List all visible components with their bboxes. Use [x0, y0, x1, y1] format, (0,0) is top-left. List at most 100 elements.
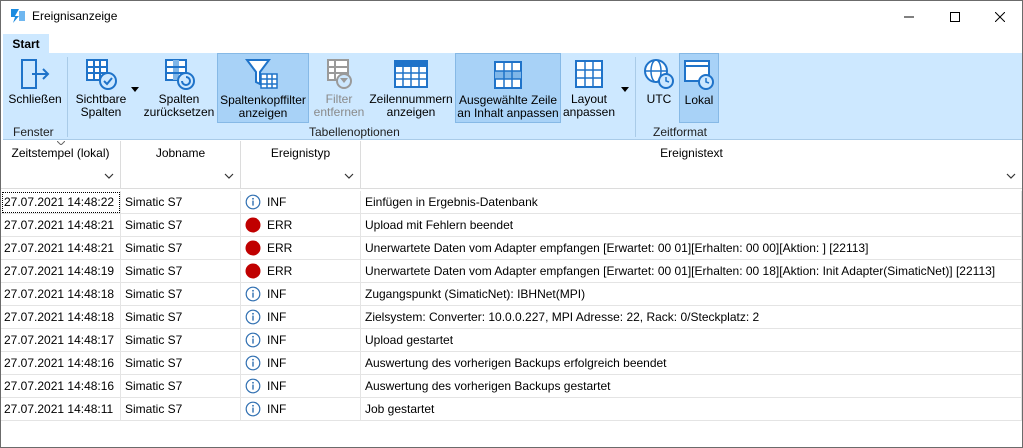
local-label: Lokal: [684, 93, 714, 107]
table-row[interactable]: 27.07.2021 14:48:16 Simatic S7 INF Auswertu…: [1, 352, 1022, 375]
cell-type[interactable]: INF: [241, 191, 361, 214]
layout-button[interactable]: Layout anpassen: [563, 53, 615, 123]
maximize-button[interactable]: [932, 1, 978, 32]
reset-columns-button[interactable]: Spalten zurücksetzen: [143, 53, 215, 123]
cell-text[interactable]: Einfügen in Ergebnis-Datenbank: [361, 191, 1022, 214]
cell-jobname[interactable]: Simatic S7: [121, 329, 241, 352]
cell-timestamp[interactable]: 27.07.2021 14:48:18: [1, 283, 121, 306]
cell-jobname-value: Simatic S7: [125, 264, 183, 278]
row-numbers-button[interactable]: Zeilennummern anzeigen: [369, 53, 453, 123]
column-header-text[interactable]: Ereignistext: [361, 141, 1022, 165]
info-icon: [245, 332, 261, 348]
cell-jobname[interactable]: Simatic S7: [121, 214, 241, 237]
cell-type[interactable]: ERR: [241, 214, 361, 237]
minimize-icon: [904, 16, 914, 17]
cell-timestamp[interactable]: 27.07.2021 14:48:22: [1, 191, 121, 214]
cell-text-value: Unerwartete Daten vom Adapter empfangen …: [365, 264, 996, 278]
cell-text-value: Unerwartete Daten vom Adapter empfangen …: [365, 241, 869, 255]
visible-columns-button[interactable]: Sichtbare Spalten: [73, 53, 129, 123]
cell-jobname[interactable]: Simatic S7: [121, 260, 241, 283]
cell-timestamp[interactable]: 27.07.2021 14:48:16: [1, 375, 121, 398]
group-separator: [67, 57, 68, 137]
app-logo-icon: [11, 9, 25, 23]
cell-text[interactable]: Auswertung des vorherigen Backups gestar…: [361, 375, 1022, 398]
cell-timestamp[interactable]: 27.07.2021 14:48:19: [1, 260, 121, 283]
utc-button[interactable]: UTC: [639, 53, 679, 123]
table-row[interactable]: 27.07.2021 14:48:17 Simatic S7 INF Upload g…: [1, 329, 1022, 352]
cell-type[interactable]: ERR: [241, 237, 361, 260]
fit-row-button[interactable]: Ausgewählte Zeile an Inhalt anpassen: [455, 53, 561, 123]
group-label-window: Fenster: [13, 125, 54, 139]
cell-timestamp-value: 27.07.2021 14:48:17: [4, 333, 115, 347]
cell-timestamp[interactable]: 27.07.2021 14:48:16: [1, 352, 121, 375]
column-header-timestamp[interactable]: Zeitstempel (lokal): [1, 141, 121, 165]
cell-text-value: Zugangspunkt (SimaticNet): IBHNet(MPI): [365, 287, 586, 301]
cell-text-value: Upload mit Fehlern beendet: [365, 218, 514, 232]
close-button[interactable]: Schließen: [7, 53, 63, 123]
filter-type[interactable]: [241, 165, 361, 189]
table-row[interactable]: 27.07.2021 14:48:19 Simatic S7 ERR Unerwart…: [1, 260, 1022, 283]
table-row[interactable]: 27.07.2021 14:48:16 Simatic S7 INF Auswertu…: [1, 375, 1022, 398]
table-row[interactable]: 27.07.2021 14:48:11 Simatic S7 INF Job gest…: [1, 398, 1022, 421]
cell-text[interactable]: Upload mit Fehlern beendet: [361, 214, 1022, 237]
column-header-jobname[interactable]: Jobname: [121, 141, 241, 165]
cell-type[interactable]: INF: [241, 283, 361, 306]
filter-jobname[interactable]: [121, 165, 241, 189]
cell-timestamp[interactable]: 27.07.2021 14:48:17: [1, 329, 121, 352]
cell-text[interactable]: Auswertung des vorherigen Backups erfolg…: [361, 352, 1022, 375]
table-row[interactable]: 27.07.2021 14:48:22 Simatic S7 INF Einfügen…: [1, 191, 1022, 214]
cell-text[interactable]: Zielsystem: Converter: 10.0.0.227, MPI A…: [361, 306, 1022, 329]
cell-text[interactable]: Job gestartet: [361, 398, 1022, 421]
visible-columns-dropdown-icon[interactable]: [131, 87, 139, 92]
cell-jobname[interactable]: Simatic S7: [121, 352, 241, 375]
cell-jobname[interactable]: Simatic S7: [121, 306, 241, 329]
cell-timestamp[interactable]: 27.07.2021 14:48:21: [1, 214, 121, 237]
close-window-button[interactable]: [977, 1, 1022, 32]
cell-text[interactable]: Unerwartete Daten vom Adapter empfangen …: [361, 260, 1022, 283]
layout-dropdown-icon[interactable]: [621, 87, 629, 92]
cell-type-value: INF: [267, 379, 287, 393]
header-filter-button[interactable]: Spaltenkopffilter anzeigen: [217, 53, 309, 123]
cell-jobname-value: Simatic S7: [125, 333, 183, 347]
cell-type[interactable]: INF: [241, 352, 361, 375]
exit-door-icon: [21, 59, 50, 89]
table-row[interactable]: 27.07.2021 14:48:18 Simatic S7 INF Zielsyst…: [1, 306, 1022, 329]
cell-type[interactable]: INF: [241, 398, 361, 421]
cell-type[interactable]: INF: [241, 306, 361, 329]
cell-text-value: Zielsystem: Converter: 10.0.0.227, MPI A…: [365, 310, 760, 324]
column-header-type[interactable]: Ereignistyp: [241, 141, 361, 165]
cell-type[interactable]: INF: [241, 375, 361, 398]
cell-text[interactable]: Zugangspunkt (SimaticNet): IBHNet(MPI): [361, 283, 1022, 306]
cell-type-value: INF: [267, 310, 287, 324]
filter-text[interactable]: [361, 165, 1022, 189]
table-row[interactable]: 27.07.2021 14:48:18 Simatic S7 INF Zugangsp…: [1, 283, 1022, 306]
cell-timestamp[interactable]: 27.07.2021 14:48:21: [1, 237, 121, 260]
event-viewer-window: Ereignisanzeige Start Schließen Sichtbar…: [0, 0, 1023, 448]
local-button[interactable]: Lokal: [679, 53, 719, 123]
cell-type-value: INF: [267, 402, 287, 416]
cell-timestamp[interactable]: 27.07.2021 14:48:18: [1, 306, 121, 329]
cell-type[interactable]: INF: [241, 329, 361, 352]
minimize-button[interactable]: [886, 1, 932, 32]
cell-text[interactable]: Upload gestartet: [361, 329, 1022, 352]
cell-type[interactable]: ERR: [241, 260, 361, 283]
cell-jobname[interactable]: Simatic S7: [121, 283, 241, 306]
cell-jobname[interactable]: Simatic S7: [121, 398, 241, 421]
cell-jobname-value: Simatic S7: [125, 356, 183, 370]
table-row[interactable]: 27.07.2021 14:48:21 Simatic S7 ERR Upload m…: [1, 214, 1022, 237]
cell-timestamp-value: 27.07.2021 14:48:21: [4, 241, 115, 255]
cell-text-value: Einfügen in Ergebnis-Datenbank: [365, 195, 538, 209]
cell-type-value: ERR: [267, 241, 293, 255]
cell-type-value: ERR: [267, 264, 293, 278]
cell-timestamp[interactable]: 27.07.2021 14:48:11: [1, 398, 121, 421]
cell-text[interactable]: Unerwartete Daten vom Adapter empfangen …: [361, 237, 1022, 260]
tab-start[interactable]: Start: [3, 34, 49, 53]
remove-filter-button[interactable]: Filter entfernen: [311, 53, 367, 123]
group-label-table-options: Tabellenoptionen: [309, 125, 400, 139]
cell-jobname[interactable]: Simatic S7: [121, 237, 241, 260]
cell-jobname[interactable]: Simatic S7: [121, 375, 241, 398]
table-row[interactable]: 27.07.2021 14:48:21 Simatic S7 ERR Unerwart…: [1, 237, 1022, 260]
title-bar: Ereignisanzeige: [1, 1, 1022, 32]
cell-jobname[interactable]: Simatic S7: [121, 191, 241, 214]
filter-timestamp[interactable]: [1, 165, 121, 189]
